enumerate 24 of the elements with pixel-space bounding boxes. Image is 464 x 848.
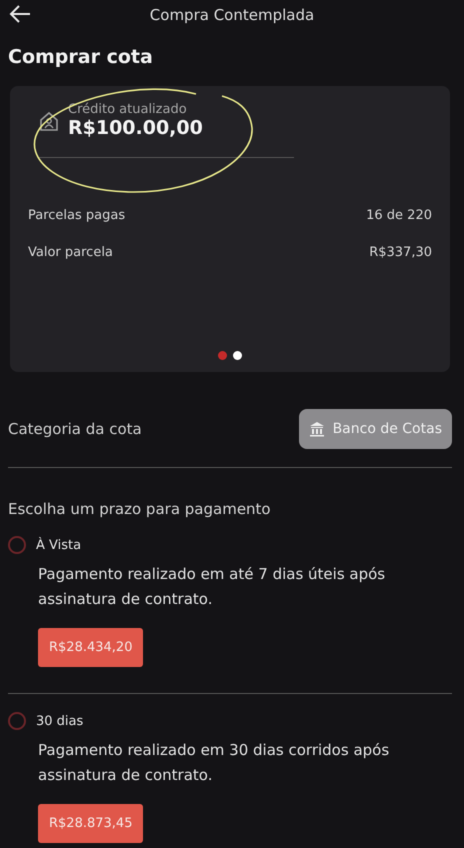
- credit-value: R$100.00,00: [68, 117, 203, 139]
- option-description: Pagamento realizado em 30 dias corridos após assinatura de contrato.: [38, 740, 390, 786]
- category-button[interactable]: Banco de Cotas: [298, 409, 452, 449]
- page-dot[interactable]: [233, 351, 242, 360]
- row-label: Parcelas pagas: [28, 208, 126, 223]
- row-label: Valor parcela: [28, 245, 113, 260]
- price-button[interactable]: R$28.873,45: [38, 804, 144, 843]
- house-icon: [38, 110, 60, 132]
- section-title: Escolha um prazo para pagamento: [8, 500, 272, 518]
- price-button[interactable]: R$28.434,20: [38, 628, 144, 667]
- option-description: Pagamento realizado em até 7 dias úteis após assinatura de contrato.: [38, 564, 386, 610]
- page-dot[interactable]: [218, 351, 227, 360]
- credit-label: Crédito atualizado: [68, 102, 188, 117]
- radio-button[interactable]: [8, 536, 26, 554]
- screen-title: Compra Contemplada: [150, 6, 314, 24]
- bank-icon: [308, 421, 325, 437]
- option-label: 30 dias: [36, 714, 84, 728]
- page-title: Comprar cota: [7, 45, 154, 70]
- category-label: Categoria da cota: [8, 420, 142, 438]
- back-arrow-icon[interactable]: [8, 4, 32, 24]
- row-value: 16 de 220: [366, 208, 432, 223]
- radio-button[interactable]: [8, 712, 26, 730]
- row-value: R$337,30: [369, 245, 432, 260]
- option-label: À Vista: [36, 538, 82, 552]
